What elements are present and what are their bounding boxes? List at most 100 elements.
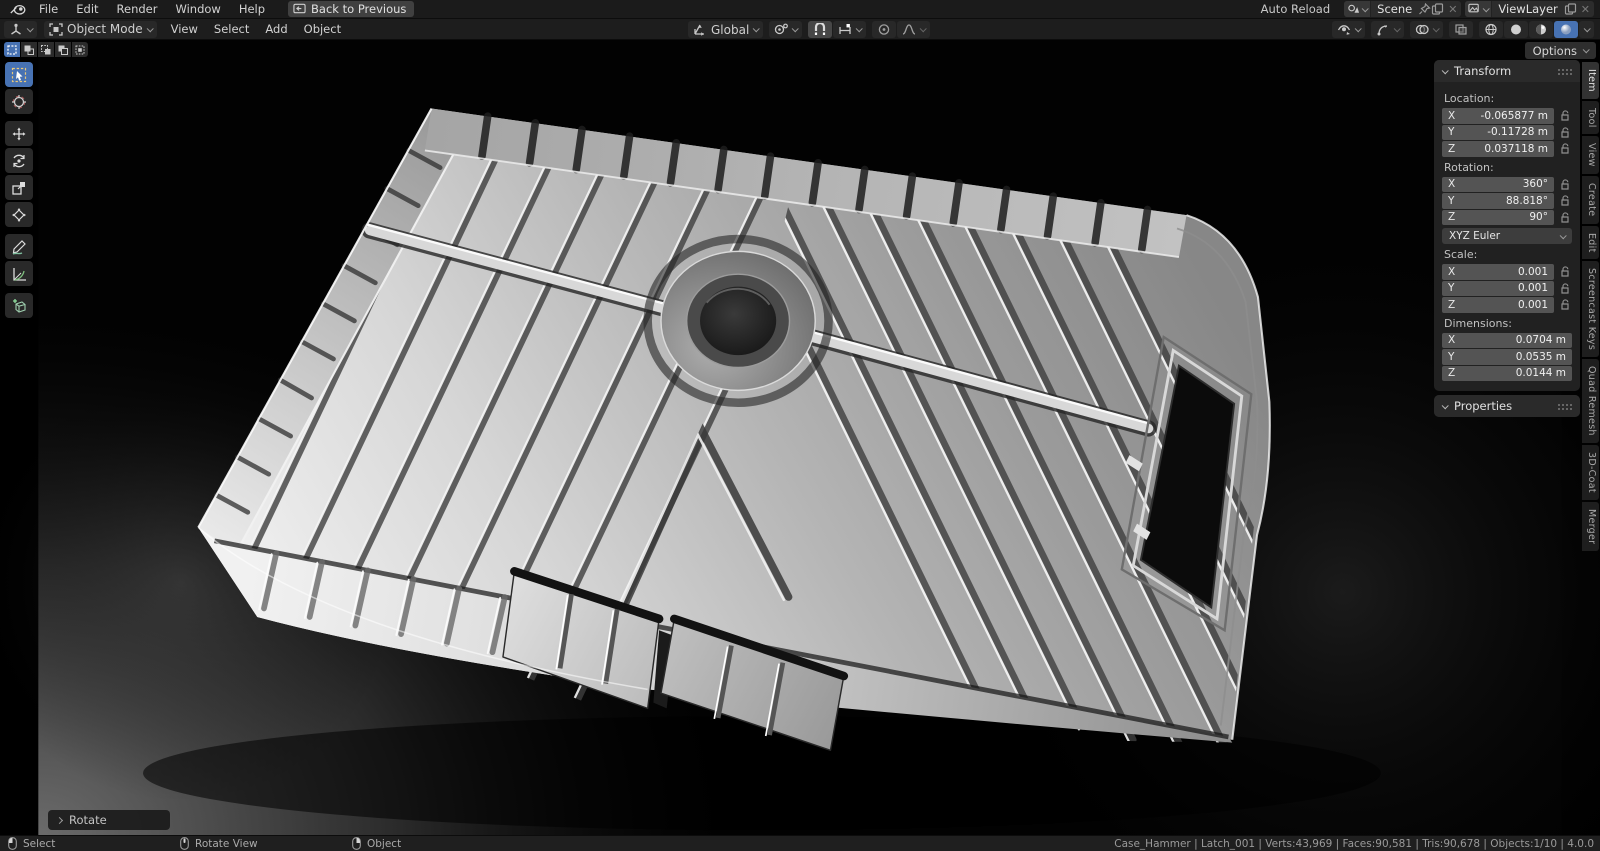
lock-open-icon[interactable] — [1559, 282, 1572, 295]
lock-open-icon[interactable] — [1559, 298, 1572, 311]
tool-move[interactable] — [5, 121, 33, 146]
panel-grip-icon[interactable] — [1557, 67, 1572, 75]
location-x-field[interactable]: X -0.065877 m — [1442, 108, 1554, 124]
select-mode-new-button[interactable] — [4, 42, 20, 57]
scene-name[interactable]: Scene — [1371, 2, 1418, 16]
location-y-field[interactable]: Y -0.11728 m — [1442, 124, 1554, 140]
new-scene-icon[interactable] — [1431, 3, 1444, 15]
tool-transform[interactable] — [5, 202, 33, 227]
viewlayer-name[interactable]: ViewLayer — [1492, 2, 1563, 16]
scale-z-field[interactable]: Z 0.001 — [1442, 297, 1554, 313]
sidebar-tab-merger[interactable]: Merger — [1582, 501, 1599, 552]
menu-render[interactable]: Render — [108, 0, 167, 18]
mode-dropdown[interactable]: Object Mode — [44, 20, 157, 38]
sidebar-tab-item[interactable]: Item — [1582, 62, 1599, 99]
gizmos-dropdown[interactable] — [1371, 21, 1404, 38]
tool-scale[interactable] — [5, 175, 33, 200]
menu-edit[interactable]: Edit — [67, 0, 107, 18]
rotation-x-field[interactable]: X 360° — [1442, 176, 1554, 192]
select-mode-intersect-button[interactable] — [72, 42, 88, 57]
shading-rendered-button[interactable] — [1554, 21, 1578, 38]
editor-type-button[interactable] — [4, 20, 37, 38]
sidebar-tab-tool[interactable]: Tool — [1582, 100, 1599, 135]
remove-viewlayer-icon[interactable]: ✕ — [1577, 3, 1594, 16]
scene-selector[interactable]: Scene ✕ — [1344, 1, 1462, 17]
menu-object[interactable]: Object — [296, 19, 349, 39]
select-mode-subtract-button[interactable] — [38, 42, 54, 57]
lock-open-icon[interactable] — [1559, 211, 1572, 224]
dimensions-z-field[interactable]: Z 0.0144 m — [1442, 365, 1572, 381]
proportional-editing-toggle[interactable] — [872, 21, 897, 38]
operator-redo-panel[interactable]: Rotate — [48, 810, 170, 830]
editor-3d-viewport-icon — [11, 23, 21, 35]
sidebar-tab-3d-coat[interactable]: 3D-Coat — [1582, 445, 1599, 500]
unlink-scene-icon[interactable]: ✕ — [1444, 3, 1461, 16]
lock-open-icon[interactable] — [1559, 265, 1572, 278]
lock-open-icon[interactable] — [1559, 126, 1572, 139]
viewlayer-selector[interactable]: ViewLayer ✕ — [1465, 1, 1594, 17]
shading-material-button[interactable] — [1529, 21, 1553, 38]
menu-window[interactable]: Window — [166, 0, 229, 18]
tool-add-cube[interactable] — [5, 293, 33, 318]
rotation-y-row: Y 88.818° — [1442, 193, 1572, 209]
select-mode-invert-button[interactable] — [55, 42, 71, 57]
properties-panel-header[interactable]: Properties — [1434, 395, 1580, 417]
sidebar-tab-create[interactable]: Create — [1582, 176, 1599, 224]
pivot-point-dropdown[interactable] — [769, 21, 803, 38]
menu-file[interactable]: File — [30, 0, 67, 18]
auto-reload-label[interactable]: Auto Reload — [1261, 2, 1330, 16]
proportional-falloff-dropdown[interactable] — [897, 21, 931, 38]
menu-view[interactable]: View — [163, 19, 206, 39]
tool-measure[interactable] — [5, 261, 33, 286]
viewport-options-dropdown[interactable]: Options — [1524, 42, 1596, 59]
menu-select[interactable]: Select — [206, 19, 257, 39]
tool-rotate[interactable] — [5, 148, 33, 173]
rotation-x-row: X 360° — [1442, 176, 1572, 192]
rotation-y-field[interactable]: Y 88.818° — [1442, 193, 1554, 209]
transform-orientation-dropdown[interactable]: Global — [688, 21, 764, 38]
sidebar-tab-edit[interactable]: Edit — [1582, 225, 1599, 260]
shading-wireframe-button[interactable] — [1479, 21, 1503, 38]
new-viewlayer-icon[interactable] — [1564, 3, 1577, 15]
dimensions-x-field[interactable]: X 0.0704 m — [1442, 332, 1572, 348]
tool-cursor[interactable] — [5, 89, 33, 114]
rotate-icon — [13, 154, 25, 167]
scene-browse-button[interactable] — [1344, 1, 1372, 17]
rotation-z-field[interactable]: Z 90° — [1442, 209, 1554, 225]
back-to-previous-button[interactable]: Back to Previous — [288, 1, 415, 17]
menu-add[interactable]: Add — [257, 19, 295, 39]
dimensions-y-field[interactable]: Y 0.0535 m — [1442, 349, 1572, 365]
tool-select-box[interactable] — [5, 62, 33, 87]
middle-mouse-icon — [180, 837, 189, 850]
snap-target-dropdown[interactable] — [833, 21, 867, 38]
shading-solid-button[interactable] — [1504, 21, 1528, 38]
lock-open-icon[interactable] — [1559, 194, 1572, 207]
scale-y-field[interactable]: Y 0.001 — [1442, 280, 1554, 296]
viewlayer-browse-button[interactable] — [1465, 1, 1493, 17]
visibility-dropdown[interactable] — [1332, 21, 1365, 38]
viewport-render — [0, 40, 1600, 835]
select-new-icon — [7, 44, 17, 55]
overlays-dropdown[interactable] — [1410, 21, 1443, 38]
xray-icon — [1455, 24, 1467, 35]
sidebar-tab-quad-remesh[interactable]: Quad Remesh — [1582, 359, 1599, 444]
select-box-icon — [11, 67, 27, 82]
location-z-field[interactable]: Z 0.037118 m — [1442, 141, 1554, 157]
menu-help[interactable]: Help — [230, 0, 274, 18]
lock-open-icon[interactable] — [1559, 109, 1572, 122]
shading-dropdown[interactable] — [1579, 21, 1594, 38]
xray-toggle[interactable] — [1449, 21, 1473, 38]
3d-viewport[interactable] — [0, 40, 1600, 835]
rotation-mode-dropdown[interactable]: XYZ Euler — [1442, 228, 1572, 244]
lock-open-icon[interactable] — [1559, 178, 1572, 191]
pin-icon[interactable] — [1418, 3, 1431, 15]
select-mode-extend-button[interactable] — [21, 42, 37, 57]
scale-x-field[interactable]: X 0.001 — [1442, 264, 1554, 280]
lock-open-icon[interactable] — [1559, 142, 1572, 155]
transform-panel-header[interactable]: Transform — [1434, 60, 1580, 82]
sidebar-tab-view[interactable]: View — [1582, 136, 1599, 175]
panel-grip-icon[interactable] — [1557, 402, 1572, 410]
tool-annotate[interactable] — [5, 234, 33, 259]
snap-toggle[interactable] — [808, 21, 833, 38]
sidebar-tab-screencast-keys[interactable]: Screencast Keys — [1582, 261, 1599, 358]
